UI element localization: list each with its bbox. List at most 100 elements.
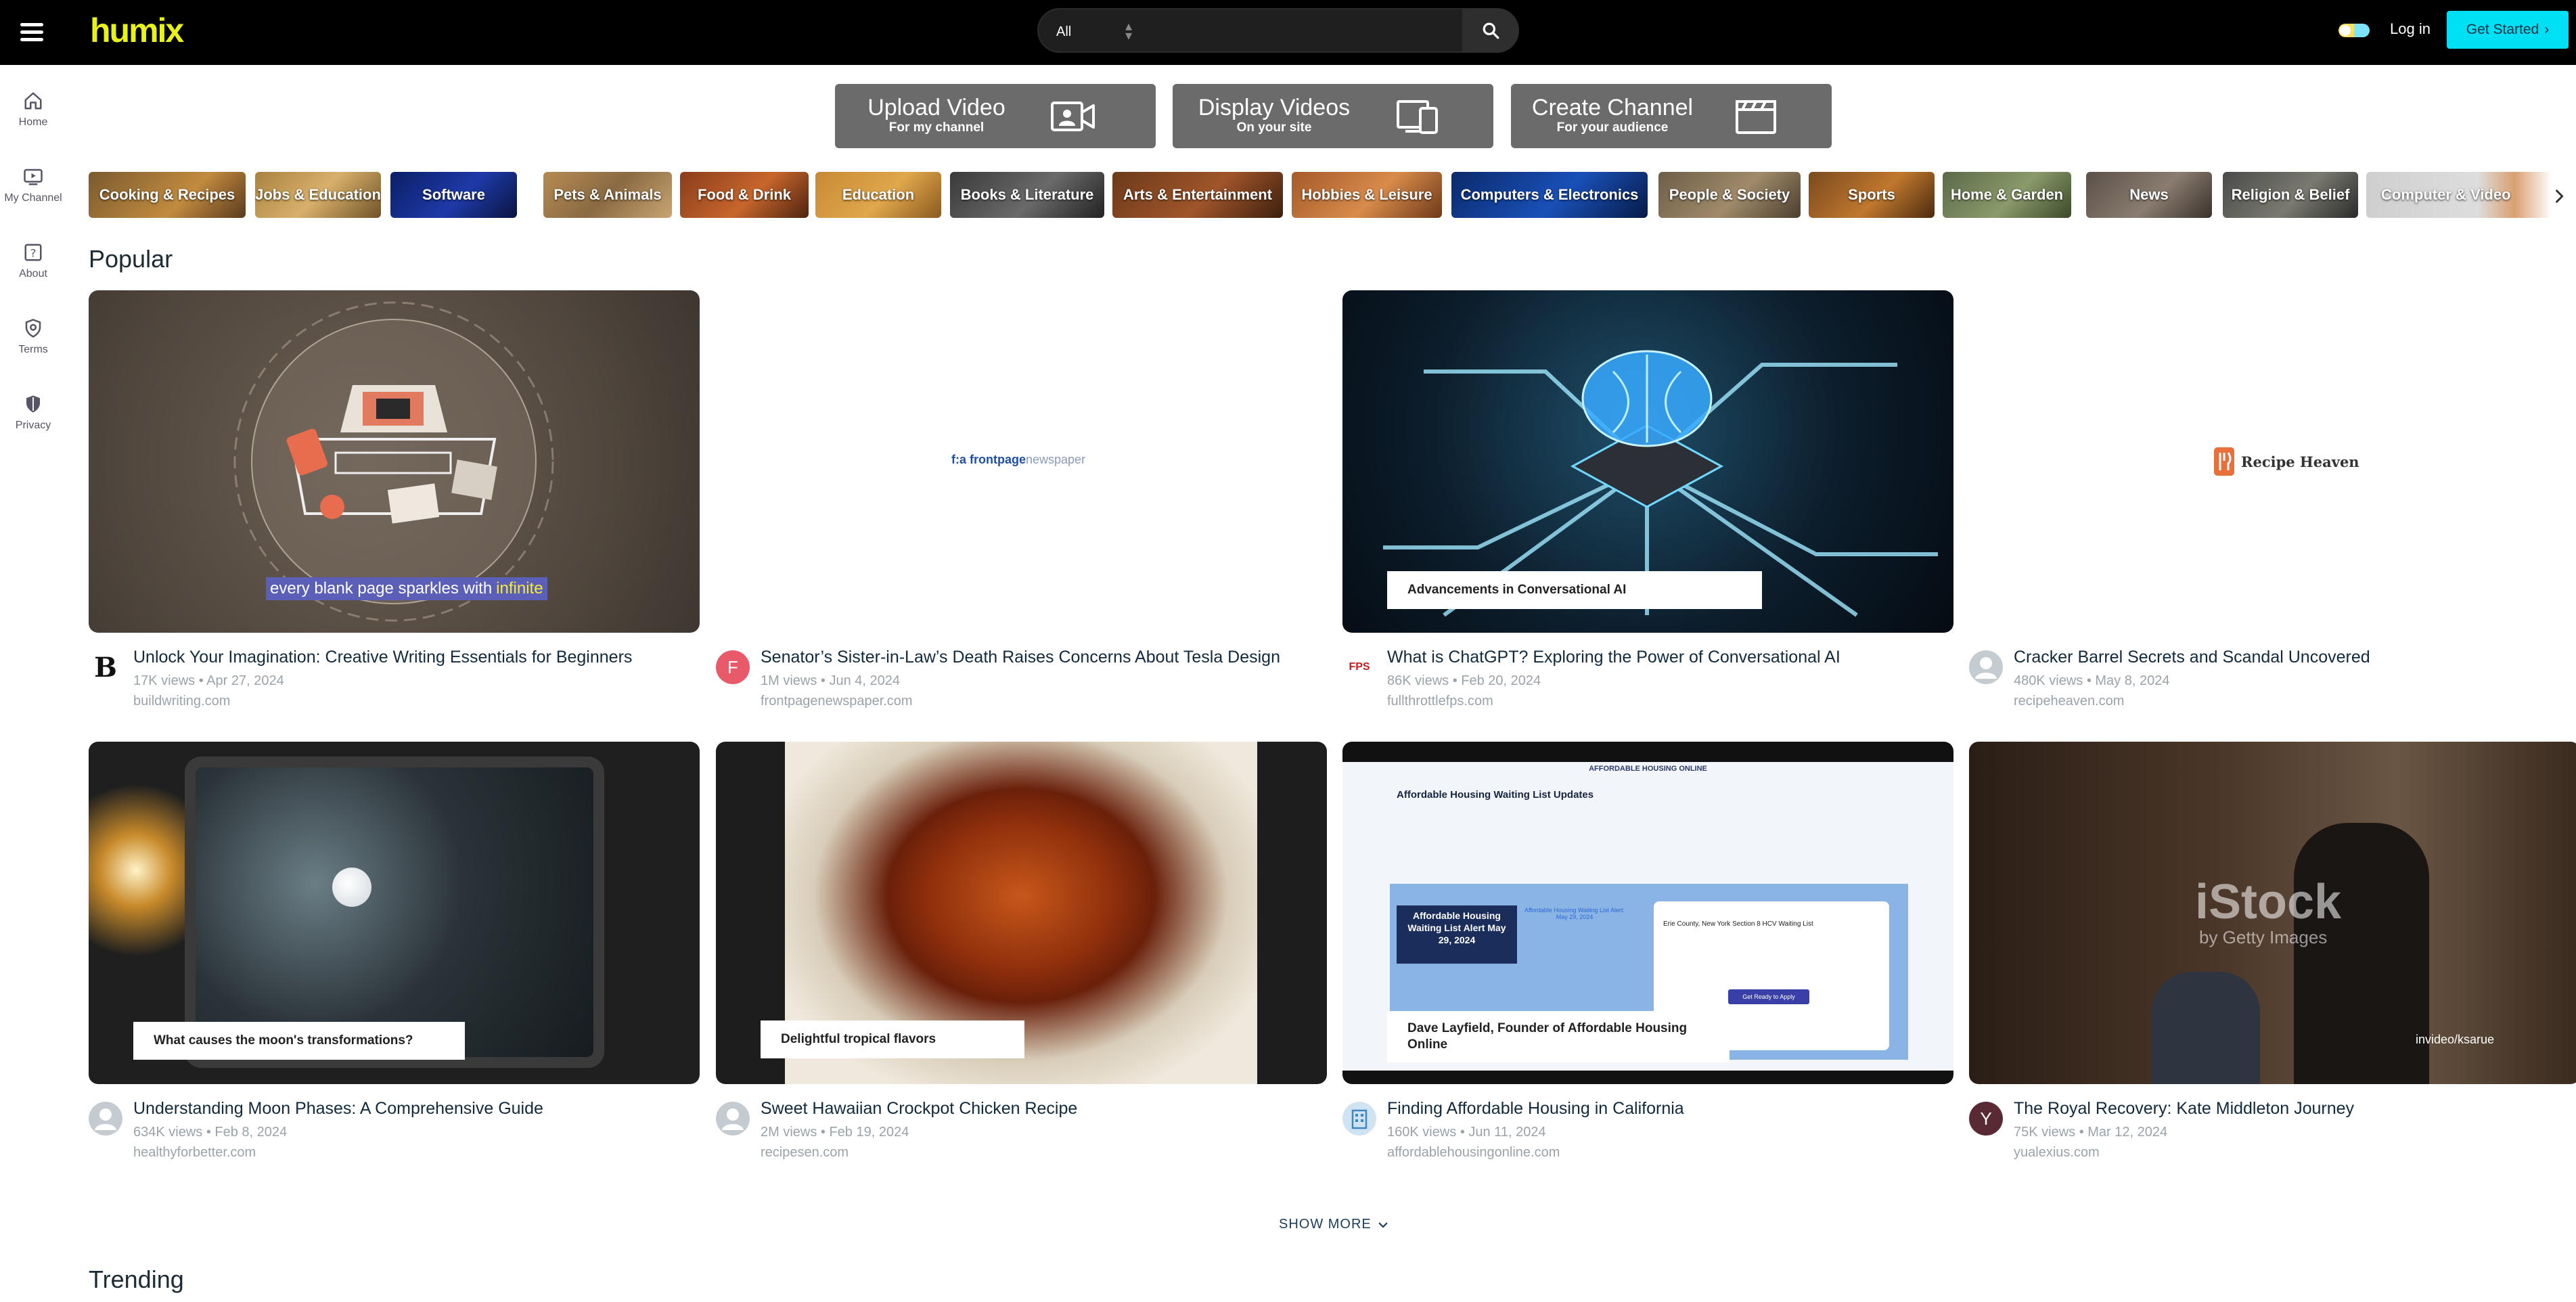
category-hobbies-leisure[interactable]: Hobbies & Leisure: [1292, 172, 1442, 218]
channel-icon: [24, 169, 43, 185]
video-domain[interactable]: fullthrottlefps.com: [1387, 694, 1493, 709]
show-more-button[interactable]: SHOW MORE: [1279, 1217, 1389, 1232]
channel-avatar[interactable]: [89, 1102, 122, 1136]
video-title[interactable]: Understanding Moon Phases: A Comprehensi…: [133, 1099, 543, 1119]
camera-icon: [1051, 102, 1095, 131]
category-strip: Cooking & Recipes Jobs & Education Softw…: [89, 172, 2552, 218]
channel-avatar[interactable]: [716, 1102, 750, 1136]
get-started-button[interactable]: Get Started ›: [2447, 11, 2569, 49]
brand-strong: frontpage: [970, 453, 1026, 466]
category-food-drink[interactable]: Food & Drink: [680, 172, 809, 218]
display-videos-button[interactable]: Display Videos On your site: [1173, 84, 1493, 148]
video-stats: 75K views • Mar 12, 2024: [2014, 1125, 2168, 1140]
action-title: Upload Video: [867, 95, 1005, 120]
tablet-screen: [185, 757, 604, 1068]
category-people-society[interactable]: People & Society: [1658, 172, 1801, 218]
search-button[interactable]: [1462, 8, 1519, 53]
default-user-icon: [95, 1108, 116, 1130]
video-thumbnail[interactable]: Advancements in Conversational AI: [1342, 290, 1953, 633]
video-thumbnail[interactable]: Delightful tropical flavors: [716, 742, 1327, 1084]
left-sidebar: Home My Channel ? About Terms Privacy: [0, 65, 66, 1302]
video-domain[interactable]: recipesen.com: [761, 1145, 849, 1161]
video-thumbnail[interactable]: Recipe Heaven: [1969, 290, 2576, 633]
video-domain[interactable]: yualexius.com: [2014, 1145, 2100, 1161]
category-software[interactable]: Software: [390, 172, 517, 218]
video-title[interactable]: Cracker Barrel Secrets and Scandal Uncov…: [2014, 648, 2370, 667]
category-arts-entertainment[interactable]: Arts & Entertainment: [1112, 172, 1283, 218]
upload-video-button[interactable]: Upload Video For my channel: [835, 84, 1156, 148]
sidebar-item-label: Terms: [18, 344, 48, 355]
video-meta: FPS What is ChatGPT? Exploring the Power…: [1342, 648, 1953, 715]
sidebar-item-about[interactable]: ? About: [0, 242, 66, 280]
create-channel-button[interactable]: Create Channel For your audience: [1511, 84, 1832, 148]
login-link[interactable]: Log in: [2390, 20, 2431, 38]
site-alert: Affordable Housing Waiting List Alert Ma…: [1397, 905, 1517, 964]
home-icon: [24, 92, 42, 110]
sidebar-item-terms[interactable]: Terms: [0, 318, 66, 356]
action-subtitle: For your audience: [1556, 120, 1669, 135]
channel-avatar[interactable]: F: [716, 650, 750, 684]
thumbnail-caption: Advancements in Conversational AI: [1387, 571, 1762, 609]
channel-avatar[interactable]: FPS: [1342, 650, 1376, 684]
sidebar-item-privacy[interactable]: Privacy: [0, 394, 66, 432]
channel-avatar[interactable]: [1969, 650, 2003, 684]
thumbnail-caption: Dave Layfield, Founder of Affordable Hou…: [1387, 1011, 1730, 1062]
chevron-right-icon[interactable]: [2550, 187, 2569, 206]
video-title[interactable]: Unlock Your Imagination: Creative Writin…: [133, 648, 632, 667]
category-computers-electronics[interactable]: Computers & Electronics: [1451, 172, 1648, 218]
category-jobs-education[interactable]: Jobs & Education: [255, 172, 381, 218]
trending-section-title: Trending: [89, 1265, 184, 1293]
video-domain[interactable]: buildwriting.com: [133, 694, 230, 709]
show-more-label: SHOW MORE: [1279, 1217, 1372, 1232]
video-meta: Sweet Hawaiian Crockpot Chicken Recipe 2…: [716, 1099, 1327, 1167]
recipe-heaven-icon: [2214, 447, 2234, 476]
sidebar-item-my-channel[interactable]: My Channel: [0, 166, 66, 204]
sidebar-item-home[interactable]: Home: [0, 91, 66, 129]
video-stats: 86K views • Feb 20, 2024: [1387, 673, 1541, 688]
category-sports[interactable]: Sports: [1809, 172, 1935, 218]
top-header: humix All ▴ ▾ Log in Get Started ›: [0, 0, 2576, 65]
category-news[interactable]: News: [2086, 172, 2212, 218]
video-title[interactable]: What is ChatGPT? Exploring the Power of …: [1387, 648, 1840, 667]
category-computer-video[interactable]: Computer & Video: [2366, 172, 2552, 218]
video-title[interactable]: Sweet Hawaiian Crockpot Chicken Recipe: [761, 1099, 1077, 1119]
category-cooking-recipes[interactable]: Cooking & Recipes: [89, 172, 246, 218]
video-domain[interactable]: recipeheaven.com: [2014, 694, 2124, 709]
category-pets-animals[interactable]: Pets & Animals: [543, 172, 672, 218]
video-title[interactable]: Finding Affordable Housing in California: [1387, 1099, 1684, 1119]
person-figure: [2152, 972, 2260, 1084]
action-subtitle: For my channel: [888, 120, 985, 135]
video-thumbnail[interactable]: iStock by Getty Images invideo/ksarue: [1969, 742, 2576, 1084]
theme-toggle[interactable]: [2338, 24, 2370, 37]
category-religion-belief[interactable]: Religion & Belief: [2223, 172, 2358, 218]
popular-section-title: Popular: [89, 245, 173, 273]
channel-avatar[interactable]: [1342, 1102, 1376, 1136]
video-domain[interactable]: frontpagenewspaper.com: [761, 694, 913, 709]
video-thumbnail[interactable]: every blank page sparkles with infinite: [89, 290, 700, 633]
video-title[interactable]: Senator’s Sister-in-Law’s Death Raises C…: [761, 648, 1280, 667]
search-input[interactable]: [1154, 18, 1397, 46]
category-books-literature[interactable]: Books & Literature: [950, 172, 1104, 218]
video-meta: Understanding Moon Phases: A Comprehensi…: [89, 1099, 700, 1167]
video-thumbnail[interactable]: f:a frontpagenewspaper: [716, 290, 1327, 633]
category-home-garden[interactable]: Home & Garden: [1943, 172, 2071, 218]
search-scope-select[interactable]: All ▴ ▾: [1056, 19, 1144, 45]
video-thumbnail[interactable]: AFFORDABLE HOUSING ONLINE Affordable Hou…: [1342, 742, 1953, 1084]
channel-avatar[interactable]: Y: [1969, 1102, 2003, 1136]
video-title[interactable]: The Royal Recovery: Kate Middleton Journ…: [2014, 1099, 2354, 1119]
video-domain[interactable]: affordablehousingonline.com: [1387, 1145, 1560, 1161]
istock-watermark: iStock: [2195, 875, 2342, 929]
video-stats: 1M views • Jun 4, 2024: [761, 673, 900, 688]
channel-avatar[interactable]: B: [89, 650, 122, 684]
search-bar: All ▴ ▾: [1037, 8, 1519, 53]
chevron-right-icon: ›: [2544, 22, 2550, 37]
brand-prefix: f:a: [951, 453, 970, 466]
action-title: Create Channel: [1531, 95, 1694, 120]
video-thumbnail[interactable]: What causes the moon's transformations?: [89, 742, 700, 1084]
humix-logo[interactable]: humix: [90, 11, 184, 50]
category-education[interactable]: Education: [815, 172, 941, 218]
thumbnail-caption: Delightful tropical flavors: [761, 1020, 1024, 1058]
video-stats: 160K views • Jun 11, 2024: [1387, 1125, 1546, 1140]
video-domain[interactable]: healthyforbetter.com: [133, 1145, 256, 1161]
menu-icon[interactable]: [20, 19, 43, 46]
